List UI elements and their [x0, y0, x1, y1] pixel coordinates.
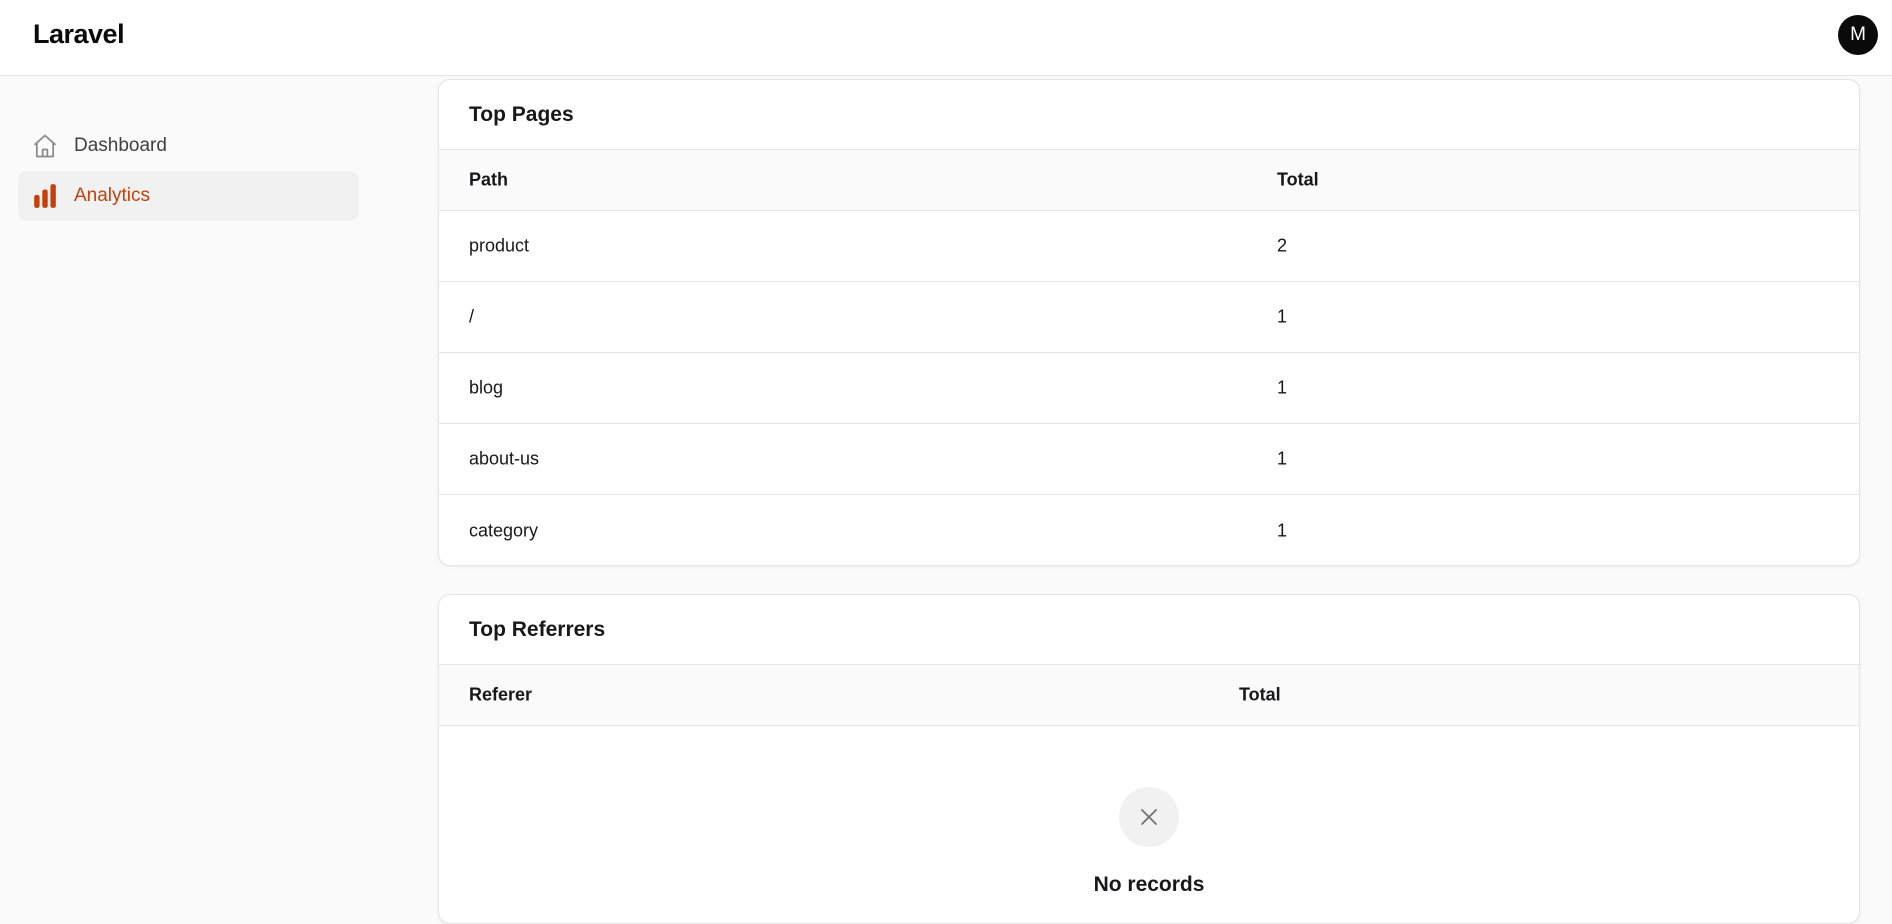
sidebar-item-label: Analytics: [74, 185, 151, 206]
table-row: about-us 1: [439, 424, 1859, 495]
bar-chart-icon: [30, 181, 60, 211]
cell-path: /: [469, 306, 475, 327]
table-row: blog 1: [439, 353, 1859, 424]
column-header-total[interactable]: Total: [1277, 170, 1319, 191]
close-icon: [1119, 787, 1179, 847]
table-row: / 1: [439, 282, 1859, 353]
cell-path: product: [469, 235, 530, 256]
sidebar: Dashboard Analytics: [0, 76, 370, 902]
table-row: category 1: [439, 495, 1859, 565]
empty-state: No records: [439, 726, 1859, 906]
top-pages-card: Top Pages Path Total product 2 / 1 blog …: [438, 79, 1860, 566]
cell-total: 1: [1277, 377, 1288, 398]
cell-path: blog: [469, 377, 504, 398]
brand-logo[interactable]: Laravel: [33, 19, 125, 50]
table-header: Referer Total: [439, 665, 1859, 726]
column-header-referer[interactable]: Referer: [469, 685, 532, 706]
empty-state-text: No records: [1093, 873, 1205, 896]
home-icon: [30, 131, 60, 161]
cell-path: category: [469, 520, 539, 540]
column-header-path[interactable]: Path: [469, 170, 508, 191]
sidebar-item-dashboard[interactable]: Dashboard: [18, 121, 359, 171]
table-row: product 2: [439, 211, 1859, 282]
cell-path: about-us: [469, 448, 540, 469]
card-title: Top Pages: [439, 80, 1859, 150]
sidebar-item-analytics[interactable]: Analytics: [18, 171, 359, 221]
card-title: Top Referrers: [439, 595, 1859, 665]
cell-total: 1: [1277, 520, 1288, 540]
top-bar: Laravel M: [0, 0, 1892, 76]
table-header: Path Total: [439, 150, 1859, 211]
cell-total: 1: [1277, 306, 1288, 327]
top-referrers-card: Top Referrers Referer Total No records: [438, 594, 1860, 924]
column-header-total[interactable]: Total: [1239, 685, 1281, 706]
cell-total: 2: [1277, 235, 1288, 256]
user-avatar[interactable]: M: [1838, 15, 1878, 55]
sidebar-item-label: Dashboard: [74, 135, 167, 156]
cell-total: 1: [1277, 448, 1288, 469]
